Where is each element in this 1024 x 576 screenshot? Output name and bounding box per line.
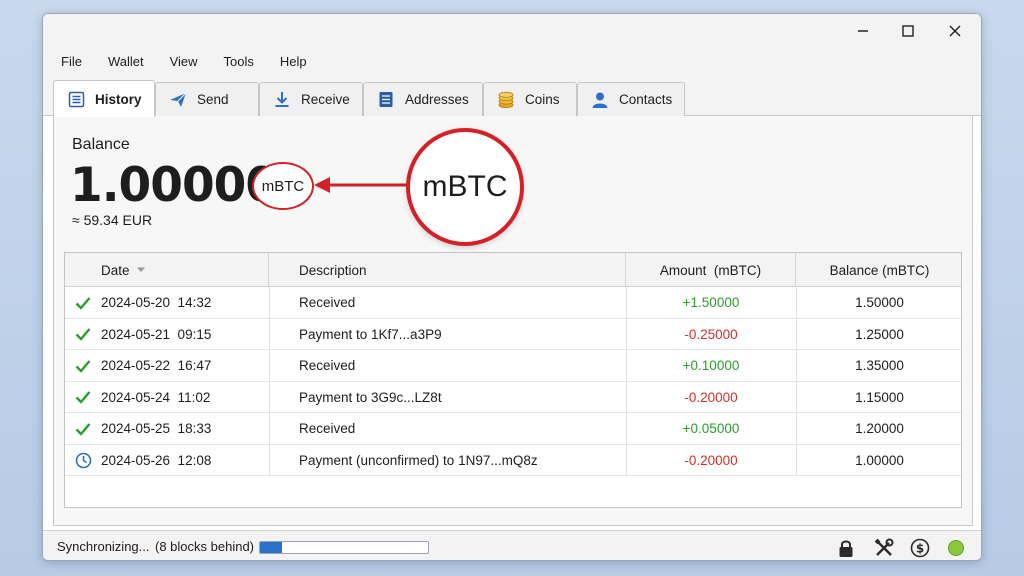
tab-coins[interactable]: Coins [483,82,577,116]
tab-receive-label: Receive [301,92,350,107]
confirmed-check-icon [75,350,95,381]
svg-text:$: $ [916,542,924,556]
sync-progress-bar [259,541,429,554]
send-icon [168,90,188,110]
balance-unit[interactable]: mBTC [252,162,314,210]
row-description: Received [299,295,356,310]
tab-coins-label: Coins [525,92,560,107]
column-balance-label: Balance (mBTC) [829,262,930,278]
row-description: Received [299,358,356,373]
table-row[interactable]: 2024-05-25 18:33 Received +0.05000 1.200… [65,413,961,445]
tab-send-label: Send [197,92,229,107]
balance-fiat: ≈ 59.34 EUR [72,212,153,228]
row-date: 2024-05-21 09:15 [101,326,212,342]
tools-icon[interactable] [873,537,895,559]
column-description[interactable]: Description [269,253,626,287]
history-icon [66,89,86,109]
column-amount[interactable]: Amount (mBTC) [626,253,796,287]
row-date: 2024-05-24 11:02 [101,389,211,405]
confirmed-check-icon [75,319,95,350]
balance-label: Balance [72,136,130,153]
menu-view[interactable]: View [162,54,206,69]
column-amount-label: Amount (mBTC) [659,262,762,278]
unit-callout: mBTC [406,128,524,246]
close-icon [949,25,961,37]
tab-send[interactable]: Send [155,82,259,116]
row-balance: 1.20000 [855,421,904,436]
column-description-label: Description [299,262,367,278]
pending-clock-icon [75,445,95,476]
transaction-table: Date Description Amount (mBTC) Balance (… [64,252,962,508]
tab-addresses[interactable]: Addresses [363,82,483,116]
column-balance[interactable]: Balance (mBTC) [796,253,963,287]
table-row[interactable]: 2024-05-22 16:47 Received +0.10000 1.350… [65,350,961,382]
maximize-button[interactable] [888,20,928,42]
menu-help[interactable]: Help [272,54,315,69]
tab-contacts-label: Contacts [619,92,673,107]
column-date[interactable]: Date [65,253,269,287]
table-row[interactable]: 2024-05-20 14:32 Received +1.50000 1.500… [65,287,961,319]
tab-history-label: History [95,91,142,107]
row-amount: +0.05000 [682,421,740,436]
tab-history[interactable]: History [53,80,155,117]
minimize-icon [858,30,868,32]
tab-bar: History Send Receive Addresses Coins Con… [43,74,981,117]
row-balance: 1.25000 [855,326,904,342]
row-balance: 1.00000 [855,452,904,468]
table-row[interactable]: 2024-05-21 09:15 Payment to 1Kf7...a3P9 … [65,318,961,350]
row-balance: 1.35000 [855,358,904,373]
row-date: 2024-05-22 16:47 [101,358,212,373]
confirmed-check-icon [75,413,95,444]
status-bar: Synchronizing... (8 blocks behind) $ [43,530,981,560]
contacts-icon [590,90,610,110]
row-amount: +1.50000 [682,295,740,310]
menu-tools[interactable]: Tools [216,54,262,69]
confirmed-check-icon [75,382,95,413]
network-status-icon[interactable] [945,537,967,559]
row-date: 2024-05-26 12:08 [101,452,212,468]
row-balance: 1.15000 [855,389,904,405]
addresses-icon [376,90,396,110]
title-bar [43,14,981,48]
row-amount: -0.25000 [684,326,738,342]
row-amount: -0.20000 [684,452,738,468]
menu-bar: File Wallet View Tools Help [43,48,981,74]
close-button[interactable] [935,20,975,42]
column-date-label: Date [101,262,130,278]
wallet-window: File Wallet View Tools Help History Send… [42,13,982,561]
history-panel: Balance 1.00000 mBTC ≈ 59.34 EUR mBTC Da… [53,116,973,526]
currency-icon[interactable]: $ [909,537,931,559]
tab-receive[interactable]: Receive [259,82,363,116]
row-description: Payment to 1Kf7...a3P9 [299,326,442,342]
row-amount: -0.20000 [684,389,738,405]
callout-arrow-icon [314,177,408,193]
tab-contacts[interactable]: Contacts [577,82,685,116]
menu-file[interactable]: File [53,54,90,69]
row-description: Received [299,421,356,436]
lock-icon[interactable] [835,537,857,559]
sync-progress-fill [260,542,282,553]
receive-icon [272,90,292,110]
table-header: Date Description Amount (mBTC) Balance (… [65,253,961,287]
confirmed-check-icon [75,287,95,318]
sync-status-detail: (8 blocks behind) [155,539,254,554]
tab-addresses-label: Addresses [405,92,469,107]
row-amount: +0.10000 [682,358,740,373]
maximize-icon [902,25,914,37]
table-row[interactable]: 2024-05-24 11:02 Payment to 3G9c...LZ8t … [65,381,961,413]
row-date: 2024-05-20 14:32 [101,295,212,310]
row-description: Payment to 3G9c...LZ8t [299,389,442,405]
minimize-button[interactable] [843,20,883,42]
balance-value: 1.00000 [70,158,278,213]
row-balance: 1.50000 [855,295,904,310]
row-description: Payment (unconfirmed) to 1N97...mQ8z [299,452,538,468]
chevron-down-icon [136,267,145,272]
menu-wallet[interactable]: Wallet [100,54,152,69]
table-row[interactable]: 2024-05-26 12:08 Payment (unconfirmed) t… [65,444,961,476]
row-date: 2024-05-25 18:33 [101,421,212,436]
sync-status-text: Synchronizing... [57,539,150,554]
coins-icon [496,90,516,110]
